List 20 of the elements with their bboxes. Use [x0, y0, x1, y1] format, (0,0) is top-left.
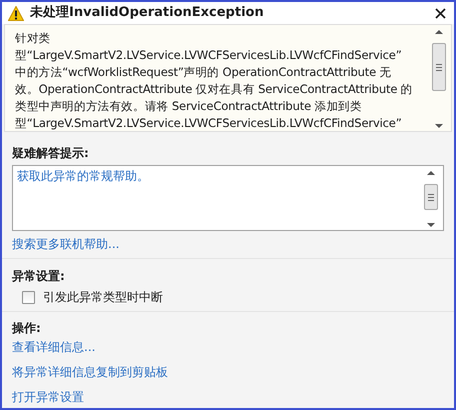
close-button[interactable]	[433, 6, 448, 20]
scroll-up-icon[interactable]	[435, 29, 443, 35]
checkbox-label: 引发此异常类型时中断	[43, 289, 163, 306]
action-link[interactable]: 查看详细信息...	[12, 339, 96, 355]
checkbox[interactable]	[22, 290, 35, 304]
section-heading: 异常设置:	[12, 268, 66, 284]
section-heading: 操作:	[12, 320, 41, 336]
error-message: 针对类 型“LargeV.SmartV2.LVService.LVWCFServicesLib.LVWcfCFindService” 中的方法“wcfWorklistRequest”声明的 OperationContractAttribute 无 效。OperationContractAttribute 仅对在具有 ServiceContractAttribute 的 类型中声明的方法有效。请将 ServiceContractAttribute 添加到类 型“LargeV.SmartV2.LVService.LVWCFServicesLib.LVWcfCFindService”	[14, 30, 414, 131]
scrollbar-thumb[interactable]	[432, 43, 446, 91]
action-link[interactable]: 打开异常设置	[12, 389, 84, 405]
window-title: 未处理InvalidOperationException	[30, 4, 265, 22]
scroll-up-icon[interactable]	[427, 170, 435, 176]
section-heading: 疑难解答提示:	[12, 145, 90, 161]
help-link[interactable]: 获取此异常的常规帮助。	[17, 168, 419, 184]
scroll-down-icon[interactable]	[427, 222, 435, 228]
warning-icon	[8, 6, 24, 20]
online-help-link[interactable]: 搜索更多联机帮助...	[12, 236, 120, 252]
scroll-down-icon[interactable]	[435, 123, 443, 129]
action-link[interactable]: 将异常详细信息复制到剪贴板	[12, 364, 168, 380]
scrollbar-thumb[interactable]	[424, 184, 438, 210]
